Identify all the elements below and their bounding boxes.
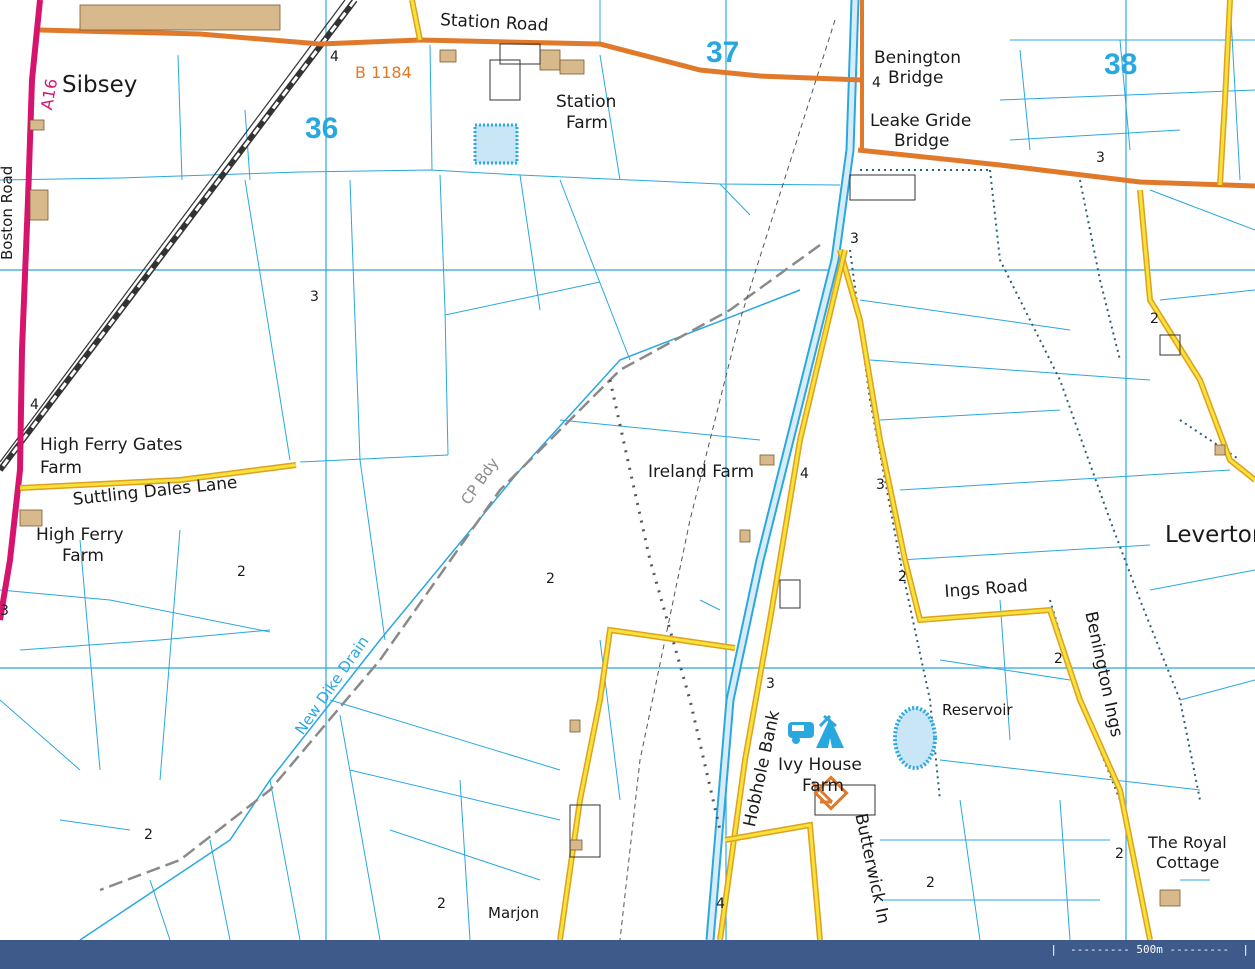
spot-height: 4	[716, 896, 725, 912]
spot-height: 2	[898, 569, 907, 585]
spot-height: 2	[1115, 846, 1124, 862]
place-benington-bridge-line1: Benington	[874, 48, 962, 68]
place-station-farm-line1: Station	[556, 92, 617, 112]
spot-height: 2	[237, 564, 246, 580]
scale-label: 500m	[1136, 943, 1163, 956]
map-linework	[0, 0, 1255, 940]
spot-height: 4	[800, 466, 809, 482]
spot-height: 3	[1096, 150, 1105, 166]
place-marjon: Marjon	[488, 904, 540, 922]
label-boston-road: Boston Road	[0, 165, 16, 260]
spot-height: 3	[0, 603, 9, 619]
spot-height: 4	[872, 75, 881, 91]
place-royal-cottage-line1: The Royal	[1148, 833, 1227, 852]
place-high-ferry-farm-line1: High Ferry	[36, 525, 124, 545]
place-sibsey: Sibsey	[62, 72, 138, 98]
spot-height: 4	[30, 397, 39, 413]
scale-bar-right-tick: --------- |	[1162, 943, 1249, 956]
map-footer-bar: | --------- 500m --------- |	[0, 940, 1255, 969]
scale-bar-left-tick: | ---------	[1050, 943, 1137, 956]
spot-height: 3	[876, 477, 885, 493]
grid-number-36: 36	[305, 112, 339, 145]
place-ivy-house-farm-line2: Farm	[802, 776, 844, 796]
grid-number-37: 37	[706, 36, 740, 69]
place-high-ferry-gates-line2: Farm	[40, 458, 82, 478]
place-benington-bridge-line2: Bridge	[888, 68, 944, 88]
spot-height: 4	[330, 49, 339, 65]
place-leake-gride-line1: Leake Gride	[870, 111, 972, 131]
place-high-ferry-gates-line1: High Ferry Gates	[40, 435, 183, 455]
spot-height: 2	[144, 827, 153, 843]
label-b1184-road: B 1184	[355, 63, 412, 82]
scale-bar: | --------- 500m --------- |	[1050, 943, 1249, 956]
spot-height: 2	[926, 875, 935, 891]
label-reservoir: Reservoir	[942, 701, 1013, 719]
place-royal-cottage-line2: Cottage	[1156, 853, 1220, 872]
spot-height: 2	[437, 896, 446, 912]
place-ireland-farm: Ireland Farm	[648, 462, 755, 482]
place-ivy-house-farm-line1: Ivy House	[778, 755, 862, 775]
spot-height: 3	[310, 289, 319, 305]
spot-height: 3	[850, 231, 859, 247]
grid-number-38: 38	[1104, 48, 1138, 81]
caravan-campsite-icon	[788, 714, 844, 748]
spot-height: 2	[1054, 651, 1063, 667]
place-high-ferry-farm-line2: Farm	[62, 546, 104, 566]
spot-height: 3	[766, 676, 775, 692]
place-leake-gride-line2: Bridge	[894, 131, 950, 151]
map-canvas[interactable]: Sibsey Station Road Station Farm Beningt…	[0, 0, 1255, 940]
spot-height: 2	[1150, 311, 1159, 327]
spot-height: 2	[546, 571, 555, 587]
place-leverton: Leverton	[1165, 522, 1255, 548]
place-station-farm-line2: Farm	[566, 113, 608, 133]
